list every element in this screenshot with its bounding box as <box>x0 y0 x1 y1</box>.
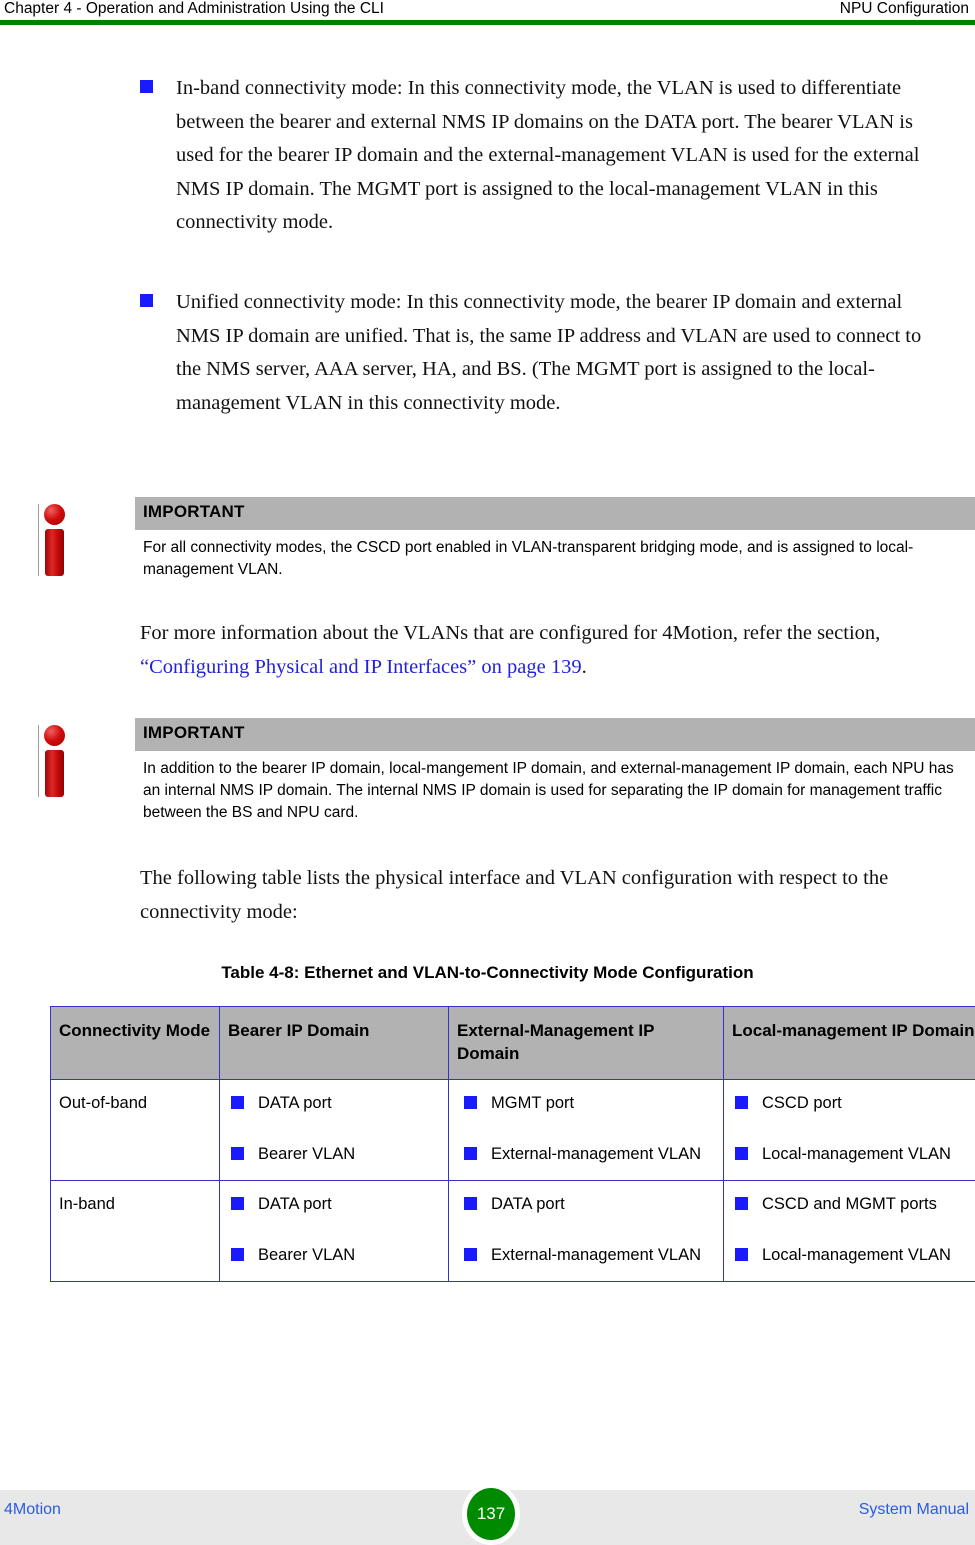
cell-local-in-band: CSCD and MGMT ports Local-management VLA… <box>723 1180 975 1282</box>
column-header-connectivity-mode: Connectivity Mode <box>50 1006 220 1080</box>
info-icon <box>38 725 78 797</box>
cell-list: DATA port External-management VLAN <box>457 1193 717 1267</box>
info-icon-dot <box>44 725 65 746</box>
header-chapter-title: Chapter 4 - Operation and Administration… <box>4 0 384 17</box>
square-bullet-icon <box>735 1147 748 1160</box>
list-item: CSCD port <box>732 1092 975 1115</box>
list-item: Local-management VLAN <box>732 1143 975 1166</box>
square-bullet-icon <box>464 1096 477 1109</box>
square-bullet-icon <box>735 1096 748 1109</box>
list-item-label: Bearer VLAN <box>258 1145 356 1163</box>
cell-local-out-of-band: CSCD port Local-management VLAN <box>723 1079 975 1181</box>
list-item: CSCD and MGMT ports <box>732 1193 975 1216</box>
list-item-label: Bearer VLAN <box>258 1246 356 1264</box>
bullet-unified-text: Unified connectivity mode: In this conne… <box>176 291 922 414</box>
footer-manual-name[interactable]: System Manual <box>859 1501 969 1519</box>
more-info-prefix: For more information about the VLANs tha… <box>140 622 881 644</box>
list-item: DATA port <box>457 1193 717 1216</box>
square-bullet-icon <box>231 1197 244 1210</box>
cell-external-in-band: DATA port External-management VLAN <box>448 1180 724 1282</box>
page-header: Chapter 4 - Operation and Administration… <box>0 0 975 26</box>
table-row: In-band DATA port Bearer VLAN DATA port … <box>50 1180 975 1282</box>
cell-list: CSCD and MGMT ports Local-management VLA… <box>732 1193 975 1267</box>
square-bullet-icon <box>231 1147 244 1160</box>
footer-product-name[interactable]: 4Motion <box>4 1501 61 1519</box>
column-header-bearer-ip-domain: Bearer IP Domain <box>219 1006 449 1080</box>
cell-bearer-in-band: DATA port Bearer VLAN <box>219 1180 449 1282</box>
important-callout-2-header: IMPORTANT <box>135 718 975 751</box>
list-item-label: Local-management VLAN <box>762 1246 951 1264</box>
table-header-row: Connectivity Mode Bearer IP Domain Exter… <box>50 1006 975 1080</box>
cell-mode-out-of-band: Out-of-band <box>50 1079 220 1181</box>
paragraph-more-information: For more information about the VLANs tha… <box>140 617 950 684</box>
info-icon-dot <box>44 504 65 525</box>
bullet-in-band-text: In-band connectivity mode: In this conne… <box>176 77 920 233</box>
table-caption: Table 4-8: Ethernet and VLAN-to-Connecti… <box>221 963 754 982</box>
info-icon-stem <box>45 750 64 797</box>
more-info-suffix: . <box>581 655 587 678</box>
important-callout-1-body: For all connectivity modes, the CSCD por… <box>143 539 914 578</box>
list-item-label: External-management VLAN <box>491 1145 702 1163</box>
list-item-label: CSCD and MGMT ports <box>762 1195 937 1213</box>
page-footer: 4Motion 137 System Manual <box>0 1483 975 1545</box>
header-section-title: NPU Configuration <box>839 0 969 17</box>
list-item-label: Local-management VLAN <box>762 1145 951 1163</box>
info-icon-rule <box>38 504 39 576</box>
list-item: Bearer VLAN <box>228 1244 442 1267</box>
list-item-label: External-management VLAN <box>491 1246 702 1264</box>
cell-list: DATA port Bearer VLAN <box>228 1193 442 1267</box>
cell-list: CSCD port Local-management VLAN <box>732 1092 975 1166</box>
list-item: DATA port <box>228 1092 442 1115</box>
list-item-label: MGMT port <box>491 1094 575 1112</box>
list-item: Local-management VLAN <box>732 1244 975 1267</box>
page-number-badge: 137 <box>467 1488 515 1540</box>
important-callout-1-title: IMPORTANT <box>143 502 245 521</box>
table-row: Out-of-band DATA port Bearer VLAN MGMT p… <box>50 1079 975 1181</box>
important-callout-1-header: IMPORTANT <box>135 497 975 530</box>
square-bullet-icon <box>231 1096 244 1109</box>
square-bullet-icon <box>735 1248 748 1261</box>
bullet-in-band-connectivity-mode: In-band connectivity mode: In this conne… <box>140 72 940 240</box>
column-header-external-management: External-Management IP Domain <box>448 1006 724 1080</box>
list-item: Bearer VLAN <box>228 1143 442 1166</box>
cell-bearer-out-of-band: DATA port Bearer VLAN <box>219 1079 449 1181</box>
cell-list: DATA port Bearer VLAN <box>228 1092 442 1166</box>
info-icon-rule <box>38 725 39 797</box>
ethernet-vlan-connectivity-table: Connectivity Mode Bearer IP Domain Exter… <box>50 1006 975 1282</box>
square-bullet-icon <box>464 1147 477 1160</box>
column-header-local-management: Local-management IP Domain <box>723 1006 975 1080</box>
cell-external-out-of-band: MGMT port External-management VLAN <box>448 1079 724 1181</box>
cell-list: MGMT port External-management VLAN <box>457 1092 717 1166</box>
important-callout-2-body: In addition to the bearer IP domain, loc… <box>143 760 954 821</box>
list-item: External-management VLAN <box>457 1143 717 1166</box>
important-callout-2-title: IMPORTANT <box>143 723 245 742</box>
square-bullet-icon <box>140 294 153 307</box>
info-icon-stem <box>45 529 64 576</box>
list-item-label: CSCD port <box>762 1094 842 1112</box>
list-item: MGMT port <box>457 1092 717 1115</box>
square-bullet-icon <box>231 1248 244 1261</box>
page-number-badge-backdrop: 137 <box>462 1483 520 1545</box>
paragraph-following-table: The following table lists the physical i… <box>140 867 889 923</box>
list-item-label: DATA port <box>258 1195 332 1213</box>
list-item: DATA port <box>228 1193 442 1216</box>
info-icon <box>38 504 78 576</box>
square-bullet-icon <box>735 1197 748 1210</box>
list-item: External-management VLAN <box>457 1244 717 1267</box>
header-rule <box>0 20 975 25</box>
square-bullet-icon <box>464 1248 477 1261</box>
list-item-label: DATA port <box>258 1094 332 1112</box>
cross-reference-link[interactable]: “Configuring Physical and IP Interfaces”… <box>140 656 582 678</box>
list-item-label: DATA port <box>491 1195 565 1213</box>
square-bullet-icon <box>464 1197 477 1210</box>
cell-mode-in-band: In-band <box>50 1180 220 1282</box>
square-bullet-icon <box>140 80 153 93</box>
bullet-unified-connectivity-mode: Unified connectivity mode: In this conne… <box>140 286 940 420</box>
